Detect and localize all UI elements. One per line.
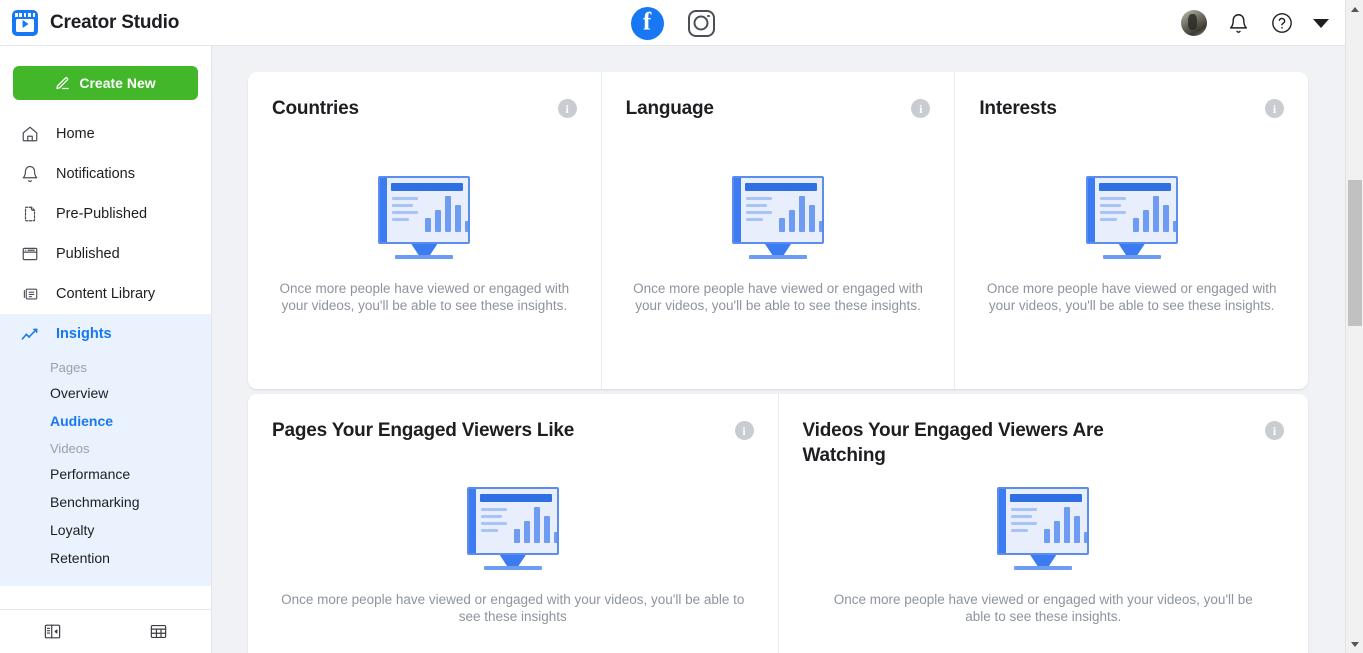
table-grid-icon[interactable] — [106, 622, 212, 641]
collapse-sidebar-icon[interactable] — [0, 622, 106, 641]
panel-header: Pages Your Engaged Viewers Like i — [272, 418, 754, 443]
info-icon[interactable]: i — [911, 99, 931, 118]
sidebar-item-label: Pre-Published — [56, 206, 148, 222]
top-navigation-bar: Creator Studio — [0, 0, 1345, 46]
sidebar: Create New Home Notifications Pre-Publis… — [0, 46, 212, 653]
sidebar-item-notifications[interactable]: Notifications — [0, 154, 211, 194]
sidebar-item-overview[interactable]: Overview — [0, 379, 211, 407]
engaged-viewers-card-row: Pages Your Engaged Viewers Like i Once m… — [248, 394, 1308, 653]
demographics-card-row: Countries i Once more people have viewed… — [248, 72, 1308, 389]
sidebar-group-heading-videos: Videos — [50, 441, 90, 456]
sidebar-item-performance[interactable]: Performance — [0, 460, 211, 488]
scroll-up-icon[interactable] — [1346, 0, 1363, 18]
user-avatar[interactable] — [1181, 10, 1207, 36]
sidebar-item-label: Home — [56, 126, 95, 142]
info-icon[interactable]: i — [1265, 421, 1284, 440]
empty-state: Once more people have viewed or engaged … — [272, 121, 577, 389]
page-title: Language — [625, 98, 714, 119]
home-icon — [20, 125, 39, 144]
topbar-actions — [1181, 0, 1329, 46]
info-icon[interactable]: i — [734, 421, 754, 440]
sidebar-item-label: Insights — [56, 326, 112, 342]
bell-icon[interactable] — [1225, 10, 1251, 36]
sidebar-scroll-area: Create New Home Notifications Pre-Publis… — [0, 46, 211, 609]
instagram-icon[interactable] — [687, 9, 715, 37]
page-title: Interests — [979, 98, 1057, 119]
empty-state-text: Once more people have viewed or engaged … — [833, 592, 1253, 624]
sidebar-item-content-library[interactable]: Content Library — [0, 274, 211, 314]
create-new-label: Create New — [79, 75, 156, 91]
empty-chart-monitor-icon — [732, 176, 824, 259]
empty-state: Once more people have viewed or engaged … — [626, 121, 931, 389]
interests-panel: Interests i Once more people have viewed… — [954, 72, 1308, 389]
panel-header: Language i — [626, 96, 931, 121]
empty-state-text: Once more people have viewed or engaged … — [986, 281, 1277, 313]
sidebar-section-insights: Insights Pages Overview Audience Videos … — [0, 314, 211, 586]
sidebar-item-label: Published — [56, 246, 120, 262]
videos-engaged-viewers-watching-panel: Videos Your Engaged Viewers Are Watching… — [777, 394, 1309, 653]
language-panel: Language i Once more people have viewed … — [600, 72, 955, 389]
sidebar-item-retention[interactable]: Retention — [0, 544, 211, 572]
create-new-button[interactable]: Create New — [13, 66, 198, 100]
scroll-down-icon[interactable] — [1346, 635, 1363, 653]
empty-state-text: Once more people have viewed or engaged … — [281, 592, 745, 624]
library-icon — [20, 285, 39, 304]
sidebar-item-stories[interactable]: Stories — [0, 572, 211, 580]
creator-studio-logo-icon — [12, 9, 38, 36]
sidebar-item-label: Content Library — [56, 286, 156, 302]
brand[interactable]: Creator Studio — [0, 9, 400, 36]
empty-state: Once more people have viewed or engaged … — [803, 468, 1285, 653]
sidebar-item-benchmarking[interactable]: Benchmarking — [0, 488, 211, 516]
panel-header: Countries i — [272, 96, 577, 121]
sidebar-item-loyalty[interactable]: Loyalty — [0, 516, 211, 544]
sidebar-footer — [0, 609, 211, 653]
sidebar-item-insights[interactable]: Insights — [0, 314, 211, 354]
empty-state-text: Once more people have viewed or engaged … — [633, 281, 923, 313]
compose-icon — [55, 76, 70, 91]
sidebar-item-audience[interactable]: Audience — [0, 407, 211, 435]
sidebar-item-published[interactable]: Published — [0, 234, 211, 274]
empty-chart-monitor-icon — [1085, 176, 1178, 259]
page-scrollbar[interactable] — [1345, 0, 1363, 653]
chevron-down-icon[interactable] — [1313, 18, 1329, 28]
insights-cards: Countries i Once more people have viewed… — [212, 46, 1345, 653]
bell-icon — [20, 165, 39, 184]
countries-panel: Countries i Once more people have viewed… — [248, 72, 601, 389]
panel-header: Videos Your Engaged Viewers Are Watching… — [802, 418, 1284, 468]
panel-header: Interests i — [979, 96, 1285, 121]
scrollbar-thumb[interactable] — [1348, 180, 1362, 326]
app-title: Creator Studio — [50, 11, 180, 33]
info-icon[interactable]: i — [1265, 99, 1285, 118]
sidebar-item-pre-published[interactable]: Pre-Published — [0, 194, 211, 234]
window-icon — [20, 245, 39, 264]
page-title: Videos Your Engaged Viewers Are Watching — [802, 420, 1104, 466]
info-icon[interactable]: i — [557, 99, 577, 118]
sidebar-item-home[interactable]: Home — [0, 114, 211, 154]
empty-chart-monitor-icon — [466, 487, 559, 570]
pages-engaged-viewers-like-panel: Pages Your Engaged Viewers Like i Once m… — [248, 394, 778, 653]
insights-chart-icon — [20, 325, 39, 344]
page-title: Countries — [272, 98, 359, 119]
empty-state-text: Once more people have viewed or engaged … — [279, 281, 570, 313]
empty-state: Once more people have viewed or engaged … — [979, 121, 1284, 389]
creator-studio-app: Creator Studio f Create New Home Notific… — [0, 0, 1363, 653]
page-title: Pages Your Engaged Viewers Like — [272, 420, 575, 441]
help-circle-icon[interactable] — [1269, 10, 1295, 36]
facebook-icon[interactable] — [630, 6, 664, 40]
main-content: Countries i Once more people have viewed… — [212, 46, 1345, 653]
empty-chart-monitor-icon — [378, 176, 471, 259]
empty-state: Once more people have viewed or engaged … — [272, 443, 754, 653]
empty-chart-monitor-icon — [997, 487, 1090, 570]
sidebar-item-label: Notifications — [56, 166, 135, 182]
document-icon — [20, 205, 39, 224]
sidebar-group-heading-pages: Pages — [50, 360, 87, 375]
